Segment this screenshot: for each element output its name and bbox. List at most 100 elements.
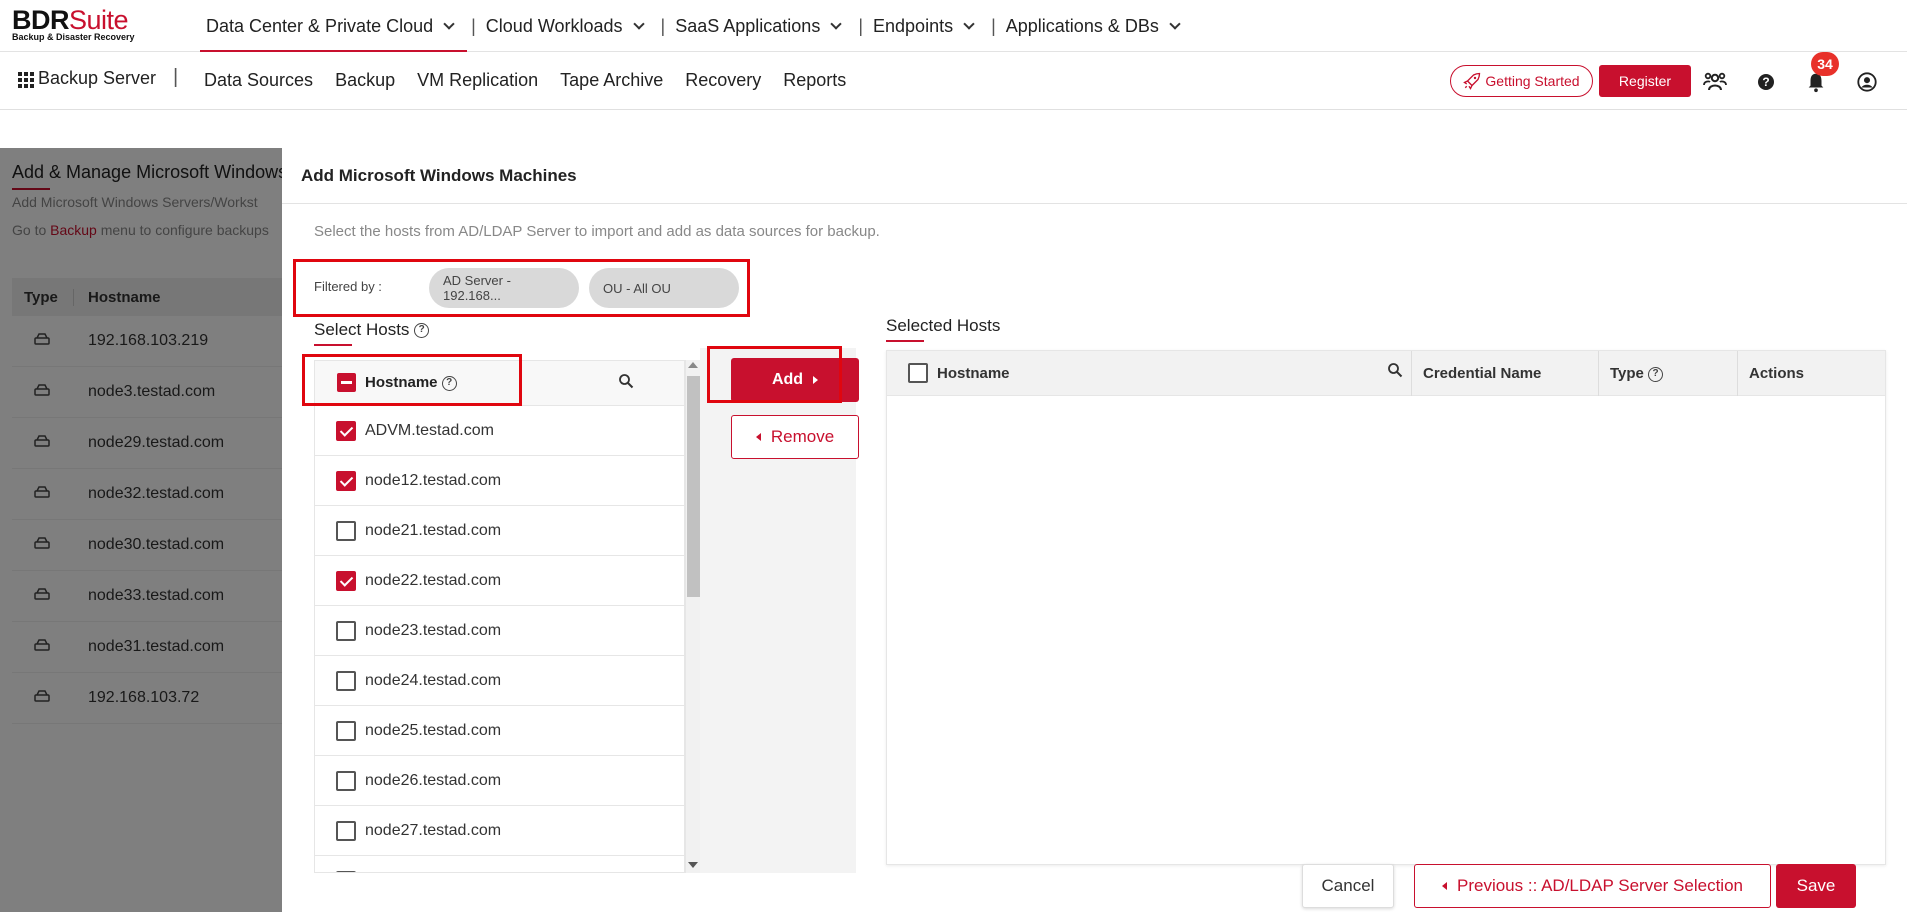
getting-started-button[interactable]: Getting Started (1450, 65, 1593, 97)
host-name: node21.testad.com (365, 521, 502, 539)
host-name: node27.testad.com (365, 821, 502, 839)
scroll-up-icon[interactable] (688, 362, 698, 368)
menu-applications-dbs[interactable]: Applications & DBs (1000, 0, 1193, 52)
help-icon[interactable]: ? (1754, 70, 1778, 94)
host-checkbox[interactable] (336, 670, 356, 691)
sub-menu: Data Sources Backup VM Replication Tape … (204, 70, 846, 91)
cancel-button[interactable]: Cancel (1302, 864, 1394, 908)
menu-separator: | (991, 15, 996, 36)
subnav-data-sources[interactable]: Data Sources (204, 70, 313, 91)
menu-label: Cloud Workloads (485, 15, 623, 36)
host-name: node26.testad.com (365, 771, 502, 789)
host-checkbox[interactable] (336, 470, 356, 491)
list-item[interactable]: node23.testad.com (315, 606, 684, 656)
modal-divider (282, 203, 1907, 204)
host-name: node23.testad.com (365, 621, 502, 639)
list-item[interactable]: node12.testad.com (315, 456, 684, 506)
save-button[interactable]: Save (1776, 864, 1856, 908)
select-hosts-title: Select Hosts ? (314, 320, 430, 340)
column-type: Type ? (1610, 365, 1664, 382)
menu-label: Data Center & Private Cloud (206, 15, 434, 36)
subnav-separator: | (173, 66, 179, 88)
add-windows-machines-modal: Add Microsoft Windows Machines Select th… (282, 148, 1907, 912)
host-name: node28.testad.com (365, 872, 501, 873)
scrollbar-thumb[interactable] (687, 376, 700, 597)
host-checkbox[interactable] (336, 870, 356, 872)
filter-label: Filtered by : (314, 279, 382, 294)
app-name[interactable]: Backup Server (38, 68, 156, 89)
subnav-backup[interactable]: Backup (335, 70, 395, 91)
top-nav: BDRSuite Backup & Disaster Recovery Data… (0, 0, 1907, 52)
host-checkbox[interactable] (336, 620, 356, 641)
scroll-down-icon[interactable] (688, 862, 698, 868)
column-divider (1737, 351, 1738, 396)
previous-button[interactable]: Previous :: AD/LDAP Server Selection (1414, 864, 1771, 908)
host-name: node25.testad.com (365, 721, 502, 739)
menu-data-center[interactable]: Data Center & Private Cloud (200, 0, 468, 52)
column-type-label: Type (1610, 365, 1644, 382)
host-checkbox[interactable] (336, 770, 356, 791)
host-rows: ADVM.testad.com node12.testad.com node21.t… (315, 406, 684, 873)
list-item[interactable]: node25.testad.com (315, 706, 684, 756)
chevron-down-icon (1169, 18, 1181, 30)
search-icon[interactable] (618, 373, 634, 389)
subnav-vm-replication[interactable]: VM Replication (417, 70, 538, 91)
notification-badge: 34 (1811, 52, 1839, 76)
filter-chip-ad-server[interactable]: AD Server - 192.168... (429, 268, 579, 308)
user-account-icon[interactable] (1855, 70, 1879, 94)
selected-hosts-title: Selected Hosts (886, 316, 1001, 335)
menu-label: Applications & DBs (1005, 15, 1159, 36)
menu-saas-applications[interactable]: SaaS Applications (669, 0, 854, 52)
users-icon[interactable] (1703, 70, 1727, 94)
chevron-down-icon (963, 18, 975, 30)
section-underline (314, 344, 352, 346)
selected-hosts-table: Hostname Credential Name Type ? Actions (886, 350, 1886, 865)
app-grid-icon[interactable] (18, 72, 34, 88)
getting-started-label: Getting Started (1485, 73, 1580, 89)
brand-name-b: Suite (69, 5, 129, 35)
select-all-selected-checkbox[interactable] (908, 363, 928, 383)
svg-text:?: ? (1762, 75, 1769, 89)
host-checkbox[interactable] (336, 420, 356, 441)
host-checkbox[interactable] (336, 570, 356, 591)
rocket-icon (1463, 72, 1481, 90)
host-checkbox[interactable] (336, 720, 356, 741)
list-item[interactable]: node28.testad.com (315, 856, 684, 873)
modal-title: Add Microsoft Windows Machines (301, 166, 577, 185)
list-item[interactable]: node27.testad.com (315, 806, 684, 856)
column-hostname: Hostname (937, 365, 1010, 382)
search-icon[interactable] (1387, 362, 1403, 378)
brand-name-a: BDR (12, 5, 70, 35)
list-item[interactable]: node21.testad.com (315, 506, 684, 556)
chevron-down-icon (443, 18, 455, 30)
column-actions: Actions (1749, 365, 1805, 382)
subnav-tape-archive[interactable]: Tape Archive (560, 70, 663, 91)
list-item[interactable]: node24.testad.com (315, 656, 684, 706)
bdrsuite-logo[interactable]: BDRSuite Backup & Disaster Recovery (12, 6, 135, 42)
modal-description: Select the hosts from AD/LDAP Server to … (314, 223, 880, 240)
select-hosts-list: Hostname ? ADVM.testad.com node12.testad.… (314, 360, 685, 873)
column-divider (1411, 351, 1412, 396)
list-item[interactable]: node26.testad.com (315, 756, 684, 806)
chevron-down-icon (830, 18, 842, 30)
register-button[interactable]: Register (1599, 65, 1691, 97)
filter-chip-ou[interactable]: OU - All OU (589, 268, 739, 308)
help-icon[interactable]: ? (414, 323, 430, 339)
remove-button[interactable]: Remove (731, 415, 859, 459)
menu-endpoints[interactable]: Endpoints (867, 0, 987, 52)
host-checkbox[interactable] (336, 520, 356, 541)
menu-label: Endpoints (873, 15, 954, 36)
list-item[interactable]: ADVM.testad.com (315, 406, 684, 456)
arrow-left-icon (1442, 882, 1447, 890)
host-checkbox[interactable] (336, 820, 356, 841)
main-menu: Data Center & Private Cloud | Cloud Work… (200, 0, 1193, 52)
subnav-reports[interactable]: Reports (783, 70, 846, 91)
column-credential-name: Credential Name (1423, 365, 1542, 382)
host-name: node22.testad.com (365, 571, 502, 589)
previous-label: Previous :: AD/LDAP Server Selection (1457, 876, 1743, 895)
list-item[interactable]: node22.testad.com (315, 556, 684, 606)
subnav-recovery[interactable]: Recovery (685, 70, 761, 91)
help-icon[interactable]: ? (1648, 366, 1664, 382)
brand-tagline: Backup & Disaster Recovery (12, 32, 135, 42)
menu-cloud-workloads[interactable]: Cloud Workloads (480, 0, 657, 52)
